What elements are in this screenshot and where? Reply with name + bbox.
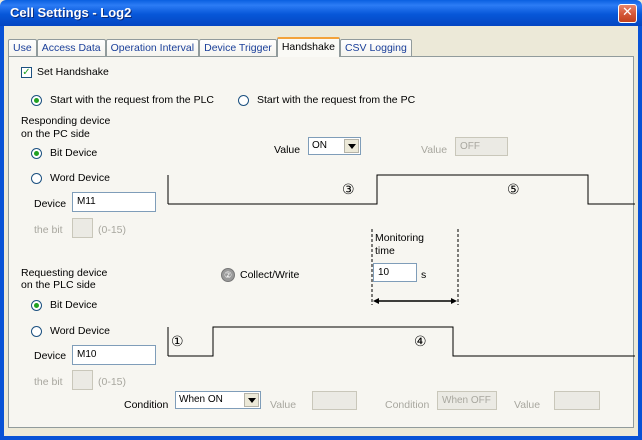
requesting-bit-radio[interactable] (31, 300, 42, 311)
condition-select[interactable]: When ON (175, 391, 261, 409)
window-title: Cell Settings - Log2 (10, 5, 132, 20)
handshake-panel: ✓ Set Handshake Start with the request fr… (8, 56, 635, 428)
monitoring-label-line1: Monitoring (375, 232, 425, 244)
tab-csv-logging[interactable]: CSV Logging (339, 39, 412, 57)
monitoring-arrowhead-left (373, 298, 379, 304)
chevron-down-icon (244, 393, 259, 407)
tab-device-trigger[interactable]: Device Trigger (199, 39, 277, 57)
marker-3: ③ (342, 181, 355, 197)
tab-operation-interval[interactable]: Operation Interval (105, 39, 200, 57)
collect-write-label: Collect/Write (240, 269, 300, 281)
start-pc-label: Start with the request from the PC (257, 94, 416, 106)
requesting-heading-line2: on the PLC side (21, 279, 96, 291)
condition-label: Condition (124, 399, 169, 411)
responding-bit-label: Bit Device (50, 147, 98, 159)
set-handshake-checkbox[interactable]: ✓ Set Handshake (21, 66, 109, 78)
collect-write-marker: ② (221, 268, 235, 282)
requesting-device-field[interactable]: M10 (72, 345, 156, 365)
responding-value2-field: OFF (455, 137, 508, 156)
monitoring-arrowhead-right (451, 298, 457, 304)
window-frame-bottom (0, 436, 642, 440)
tab-handshake[interactable]: Handshake (276, 37, 340, 57)
responding-value-selected: ON (312, 140, 327, 151)
start-pc-radio[interactable] (238, 95, 249, 106)
responding-bit-radio[interactable] (31, 148, 42, 159)
tab-access-data[interactable]: Access Data (36, 39, 106, 57)
marker-4: ④ (414, 333, 427, 349)
close-button[interactable]: ✕ (618, 4, 637, 23)
responding-the-bit-label: the bit (34, 224, 63, 236)
requesting-word-label: Word Device (50, 325, 110, 337)
monitoring-label-line2: time (375, 245, 395, 257)
responding-word-radio[interactable] (31, 173, 42, 184)
condition-selected: When ON (179, 394, 223, 405)
requesting-bit-label: Bit Device (50, 299, 98, 311)
responding-value-label: Value (274, 144, 301, 156)
responding-the-bit-field (72, 218, 93, 238)
chevron-down-icon (344, 139, 359, 153)
start-plc-radio[interactable] (31, 95, 42, 106)
tab-use[interactable]: Use (8, 39, 37, 57)
requesting-word-radio[interactable] (31, 326, 42, 337)
responding-device-label: Device (34, 198, 67, 210)
condition2-value-field (554, 391, 600, 410)
requesting-bit-range: (0-15) (98, 376, 127, 388)
set-handshake-label: Set Handshake (37, 66, 109, 78)
start-plc-label: Start with the request from the PLC (50, 94, 214, 106)
requesting-the-bit-field (72, 370, 93, 390)
condition-value-field (312, 391, 357, 410)
checkmark-icon: ✓ (21, 66, 32, 78)
responding-word-label: Word Device (50, 172, 110, 184)
tab-strip: Use Access Data Operation Interval Devic… (8, 37, 412, 57)
condition2-value-label: Value (514, 399, 541, 411)
condition2-field: When OFF (437, 391, 497, 410)
close-icon: ✕ (622, 5, 633, 20)
requesting-heading-line1: Requesting device (21, 267, 108, 279)
requesting-the-bit-label: the bit (34, 376, 63, 388)
condition2-label: Condition (385, 399, 430, 411)
timing-diagram (167, 174, 635, 357)
responding-bit-range: (0-15) (98, 224, 127, 236)
marker-5: ⑤ (507, 181, 520, 197)
window-frame-right (638, 26, 642, 440)
monitoring-unit: s (421, 269, 427, 281)
window-frame-left (0, 26, 4, 440)
responding-heading-line1: Responding device (21, 115, 111, 127)
requesting-waveform (168, 326, 635, 357)
marker-1: ① (171, 333, 184, 349)
requesting-device-label: Device (34, 350, 67, 362)
monitoring-time-field[interactable]: 10 (373, 263, 417, 282)
responding-device-field[interactable]: M11 (72, 192, 156, 212)
condition-value-label: Value (270, 399, 297, 411)
responding-heading-line2: on the PC side (21, 128, 90, 140)
title-bar: Cell Settings - Log2 ✕ (0, 0, 642, 26)
responding-value2-label: Value (421, 144, 448, 156)
responding-waveform (168, 174, 635, 205)
responding-value-select[interactable]: ON (308, 137, 361, 155)
